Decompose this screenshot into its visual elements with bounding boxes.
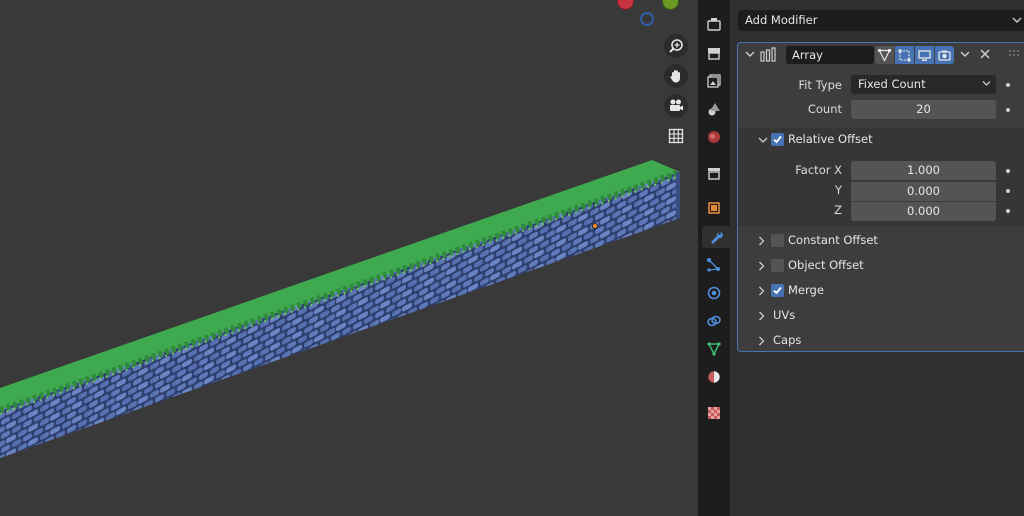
relative-offset-header[interactable]: Relative Offset [738,129,1024,151]
hand-pan-icon[interactable] [664,64,688,88]
world-icon[interactable] [702,126,726,148]
add-modifier-label: Add Modifier [745,13,818,27]
monitor-icon [918,49,931,61]
viewport-toggle[interactable] [915,46,934,64]
factor-z-value: 0.000 [907,204,940,218]
close-icon[interactable] [980,49,990,59]
factor-x-field[interactable]: 1.000 [851,161,996,180]
expand-right-icon [759,261,765,271]
on-cage-toggle[interactable] [875,46,894,64]
keyframe-dot[interactable] [1006,108,1010,112]
uvs-header[interactable]: UVs [738,305,1024,327]
factor-x-label: Factor X [795,163,842,177]
vertex-triangle-icon [878,48,891,62]
constant-offset-header[interactable]: Constant Offset [738,230,1024,252]
array-modifier-icon [760,47,776,62]
output-icon[interactable] [702,70,726,92]
fit-type-label: Fit Type [798,78,842,92]
keyframe-dot[interactable] [1006,189,1010,193]
collection-icon[interactable] [702,162,726,184]
keyframe-dot[interactable] [1006,169,1010,173]
relative-offset-checkbox[interactable] [771,133,784,146]
physics-icon[interactable] [702,282,726,304]
checkmark-icon [773,286,782,295]
data-icon[interactable] [702,338,726,360]
object-icon[interactable] [702,197,726,219]
collapse-chevron-icon[interactable] [745,51,755,58]
zoom-icon[interactable] [664,34,688,58]
caps-header[interactable]: Caps [738,330,1024,352]
relative-offset-label: Relative Offset [788,132,873,146]
modifier-name-field[interactable]: Array [786,46,874,64]
drag-handle-icon[interactable] [1008,49,1020,57]
fit-type-value: Fixed Count [858,77,926,91]
merge-label: Merge [788,283,824,297]
factor-y-field[interactable]: 0.000 [851,181,996,201]
caps-label: Caps [773,333,802,347]
factor-x-value: 1.000 [907,163,940,177]
material-icon[interactable] [702,366,726,388]
modifier-header: Array [738,43,1024,67]
view-layer-icon[interactable] [702,98,726,120]
modifier-name: Array [792,48,823,62]
particles-icon[interactable] [702,254,726,276]
fit-type-dropdown[interactable]: Fixed Count [851,75,996,94]
count-value: 20 [916,102,931,116]
count-label: Count [807,102,842,116]
keyframe-dot[interactable] [1006,209,1010,213]
uvs-label: UVs [773,308,796,322]
constraints-icon[interactable] [702,310,726,332]
expand-right-icon [759,336,765,346]
array-wall-object[interactable] [0,0,698,516]
chevron-down-icon [1012,17,1022,23]
factor-y-value: 0.000 [907,184,940,198]
grid-icon[interactable] [664,124,688,148]
modifier-menu-chevron-icon[interactable] [960,51,970,58]
tool-icon[interactable] [702,13,726,35]
merge-checkbox[interactable] [771,284,784,297]
object-offset-header[interactable]: Object Offset [738,255,1024,277]
array-modifier-panel: Array Fit Type Fixed Count Count 20 Rela… [737,42,1024,352]
modifier-icon[interactable] [702,226,730,248]
texture-icon[interactable] [702,402,726,424]
object-origin [592,223,598,229]
edit-mode-toggle[interactable] [895,46,914,64]
object-offset-label: Object Offset [788,258,864,272]
expand-right-icon [759,236,765,246]
edit-mode-icon [898,49,911,61]
factor-z-field[interactable]: 0.000 [851,201,996,221]
checkmark-icon [773,135,782,144]
3d-viewport[interactable] [0,0,698,516]
modifier-toggles [875,46,954,64]
properties-tabs [698,0,730,516]
render-toggle[interactable] [935,46,954,64]
expand-right-icon [759,311,765,321]
camera-icon[interactable] [664,94,688,118]
object-offset-checkbox[interactable] [771,259,784,272]
gizmo-z-axis[interactable] [640,12,654,26]
factor-y-label: Y [834,183,842,197]
add-modifier-dropdown[interactable]: Add Modifier [738,10,1024,31]
constant-offset-label: Constant Offset [788,233,878,247]
expand-down-icon [758,137,768,143]
render-icon[interactable] [702,42,726,64]
render-camera-icon [938,50,951,61]
merge-header[interactable]: Merge [738,280,1024,302]
constant-offset-checkbox[interactable] [771,234,784,247]
count-field[interactable]: 20 [851,100,996,119]
factor-z-label: Z [834,203,842,217]
keyframe-dot[interactable] [1006,83,1010,87]
expand-right-icon [759,286,765,296]
properties-editor: Add Modifier Array Fit Type Fixed Count … [730,0,1024,516]
chevron-down-icon [982,81,991,86]
